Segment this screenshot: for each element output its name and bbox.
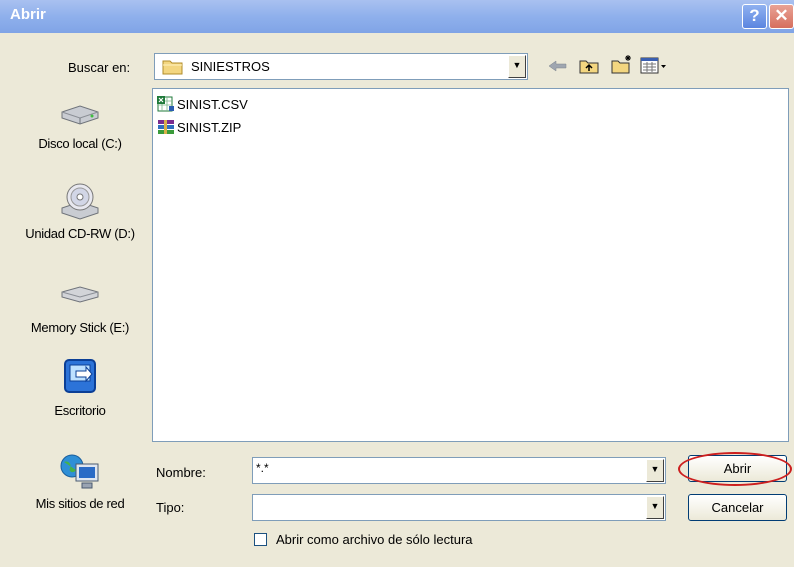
filetype-dropdown-arrow[interactable]: ▼ — [646, 496, 664, 519]
filename-input[interactable]: *.* ▼ — [252, 457, 666, 484]
place-label: Escritorio — [54, 403, 106, 418]
place-desktop[interactable]: Escritorio — [15, 357, 145, 418]
place-memory-stick[interactable]: Memory Stick (E:) — [15, 282, 145, 335]
place-label: Disco local (C:) — [38, 136, 122, 151]
help-button[interactable]: ? — [742, 4, 767, 29]
place-label: Mis sitios de red — [35, 496, 125, 511]
folder-icon — [162, 60, 183, 75]
readonly-checkbox[interactable] — [254, 533, 267, 546]
hard-drive-icon — [61, 105, 99, 125]
place-cd-drive[interactable]: Unidad CD-RW (D:) — [15, 182, 145, 241]
title-bar: Abrir ? ✕ — [0, 0, 794, 33]
places-bar: Disco local (C:) Unidad CD-RW (D:) Memor… — [15, 82, 145, 522]
look-in-label: Buscar en: — [68, 60, 131, 75]
list-item[interactable]: SINIST.CSV — [157, 95, 248, 113]
place-label: Unidad CD-RW (D:) — [25, 226, 135, 241]
close-button[interactable]: ✕ — [769, 4, 794, 29]
filename-dropdown-arrow[interactable]: ▼ — [646, 459, 664, 482]
place-local-disk[interactable]: Disco local (C:) — [15, 98, 145, 151]
filename-value: *.* — [256, 461, 269, 475]
look-in-dropdown-arrow[interactable]: ▼ — [508, 55, 526, 78]
look-in-value: SINIESTROS — [191, 59, 270, 74]
window-title: Abrir — [10, 6, 46, 23]
file-list[interactable]: SINIST.CSV SINIST.ZIP — [152, 88, 789, 442]
place-label: Memory Stick (E:) — [30, 320, 130, 335]
excel-file-icon — [157, 96, 174, 112]
list-item[interactable]: SINIST.ZIP — [157, 118, 241, 136]
look-in-combo[interactable]: SINIESTROS ▼ — [154, 53, 528, 80]
back-arrow-icon[interactable] — [548, 59, 568, 73]
file-name: SINIST.CSV — [177, 96, 248, 112]
winrar-file-icon — [158, 120, 174, 134]
filename-label: Nombre: — [156, 465, 206, 480]
cd-drive-icon — [61, 183, 99, 220]
removable-drive-icon — [61, 286, 99, 303]
desktop-icon — [64, 359, 96, 393]
open-button[interactable]: Abrir — [688, 455, 787, 482]
readonly-label: Abrir como archivo de sólo lectura — [276, 532, 473, 547]
new-folder-icon[interactable] — [610, 54, 634, 75]
filetype-select[interactable]: ▼ — [252, 494, 666, 521]
place-network[interactable]: Mis sitios de red — [15, 450, 145, 511]
view-menu-icon[interactable] — [640, 57, 668, 74]
up-folder-icon[interactable] — [578, 56, 600, 75]
filetype-label: Tipo: — [156, 500, 185, 515]
network-places-icon — [60, 454, 99, 489]
cancel-button[interactable]: Cancelar — [688, 494, 787, 521]
file-name: SINIST.ZIP — [177, 119, 242, 135]
